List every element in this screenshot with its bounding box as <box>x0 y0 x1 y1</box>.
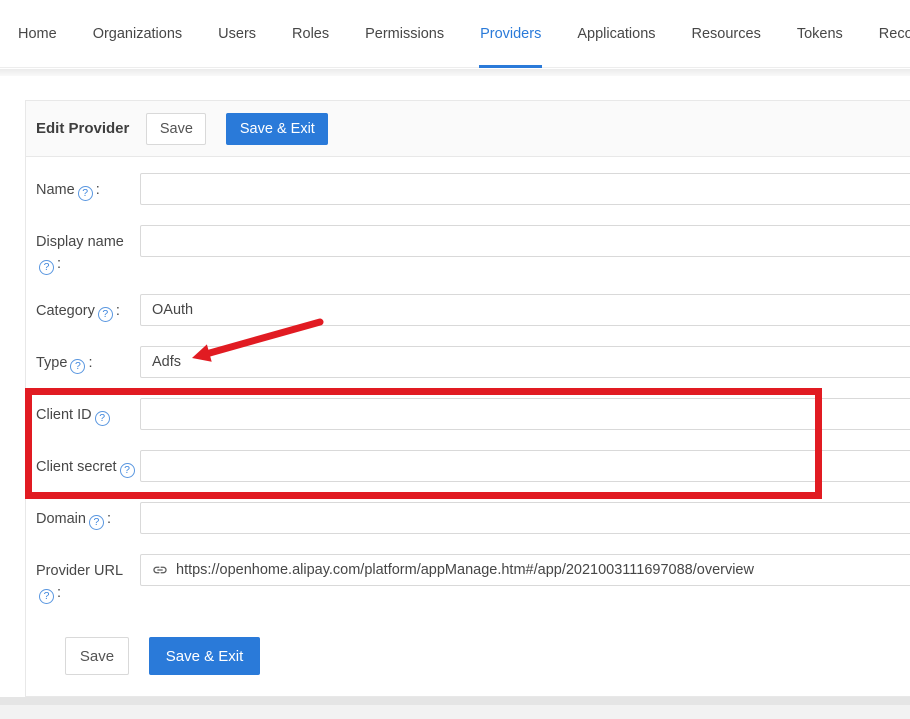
category-select[interactable]: OAuth <box>140 294 910 326</box>
form-row-domain: Domain?: <box>36 502 910 534</box>
page-background-strip <box>0 705 910 719</box>
nav-tab-tokens[interactable]: Tokens <box>779 0 861 67</box>
label-colon: : <box>107 511 111 527</box>
nav-tab-providers[interactable]: Providers <box>462 0 559 67</box>
display-name-label: Display name?: <box>36 225 140 275</box>
type-label-text: Type <box>36 355 67 371</box>
form-row-name: Name?: <box>36 173 910 205</box>
client-secret-input[interactable] <box>140 450 910 482</box>
provider-url-label-text: Provider URL <box>36 563 123 579</box>
client-id-input[interactable] <box>140 398 910 430</box>
label-colon: : <box>88 355 92 371</box>
save-and-exit-button-bottom[interactable]: Save & Exit <box>149 637 260 675</box>
card-header: Edit Provider Save Save & Exit <box>26 101 910 157</box>
save-and-exit-button-top[interactable]: Save & Exit <box>226 113 328 145</box>
form-row-display-name: Display name?: <box>36 225 910 275</box>
top-navigation: Home Organizations Users Roles Permissio… <box>0 0 910 68</box>
help-icon[interactable]: ? <box>89 515 104 530</box>
form-row-client-secret: Client secret? <box>36 450 910 482</box>
provider-url-input[interactable]: https://openhome.alipay.com/platform/app… <box>140 554 910 586</box>
help-icon[interactable]: ? <box>39 589 54 604</box>
footer-buttons: Save Save & Exit <box>65 637 260 675</box>
domain-label-text: Domain <box>36 511 86 527</box>
nav-tab-users[interactable]: Users <box>200 0 274 67</box>
type-select[interactable]: Adfs <box>140 346 910 378</box>
client-id-label-text: Client ID <box>36 407 92 423</box>
label-colon: : <box>57 256 61 272</box>
category-label: Category?: <box>36 294 140 322</box>
label-colon: : <box>116 303 120 319</box>
help-icon[interactable]: ? <box>95 411 110 426</box>
provider-url-value: https://openhome.alipay.com/platform/app… <box>176 562 754 578</box>
form-row-provider-url: Provider URL?: https://openhome.alipay.c… <box>36 554 910 604</box>
name-label: Name?: <box>36 173 140 201</box>
save-button-top[interactable]: Save <box>146 113 206 145</box>
type-label: Type?: <box>36 346 140 374</box>
help-icon[interactable]: ? <box>39 260 54 275</box>
nav-bottom-shadow <box>0 69 910 76</box>
category-select-value: OAuth <box>152 302 193 318</box>
nav-tab-applications[interactable]: Applications <box>559 0 673 67</box>
domain-input[interactable] <box>140 502 910 534</box>
display-name-label-text: Display name <box>36 234 124 250</box>
nav-tab-organizations[interactable]: Organizations <box>75 0 200 67</box>
nav-tab-roles[interactable]: Roles <box>274 0 347 67</box>
form-row-type: Type?: Adfs <box>36 346 910 378</box>
edit-provider-card: Edit Provider Save Save & Exit Name?: Di… <box>25 100 910 697</box>
form-row-category: Category?: OAuth <box>36 294 910 326</box>
nav-tab-list: Home Organizations Users Roles Permissio… <box>0 0 910 67</box>
help-icon[interactable]: ? <box>120 463 135 478</box>
nav-tab-resources[interactable]: Resources <box>674 0 779 67</box>
name-input[interactable] <box>140 173 910 205</box>
label-colon: : <box>96 182 100 198</box>
type-select-value: Adfs <box>152 354 181 370</box>
save-button-bottom[interactable]: Save <box>65 637 129 675</box>
label-colon: : <box>57 585 61 601</box>
nav-tab-records[interactable]: Records <box>861 0 910 67</box>
display-name-input[interactable] <box>140 225 910 257</box>
card-bottom-edge <box>0 697 910 705</box>
nav-tab-providers-label: Providers <box>480 26 541 42</box>
client-secret-label: Client secret? <box>36 450 140 478</box>
link-icon <box>152 562 168 578</box>
nav-tab-permissions[interactable]: Permissions <box>347 0 462 67</box>
client-secret-label-text: Client secret <box>36 459 117 475</box>
client-id-label: Client ID? <box>36 398 140 426</box>
help-icon[interactable]: ? <box>98 307 113 322</box>
active-tab-indicator <box>479 65 542 68</box>
form-row-client-id: Client ID? <box>36 398 910 430</box>
help-icon[interactable]: ? <box>70 359 85 374</box>
nav-tab-home[interactable]: Home <box>0 0 75 67</box>
name-label-text: Name <box>36 182 75 198</box>
page-title: Edit Provider <box>36 120 129 137</box>
help-icon[interactable]: ? <box>78 186 93 201</box>
category-label-text: Category <box>36 303 95 319</box>
domain-label: Domain?: <box>36 502 140 530</box>
provider-url-label: Provider URL?: <box>36 554 140 604</box>
